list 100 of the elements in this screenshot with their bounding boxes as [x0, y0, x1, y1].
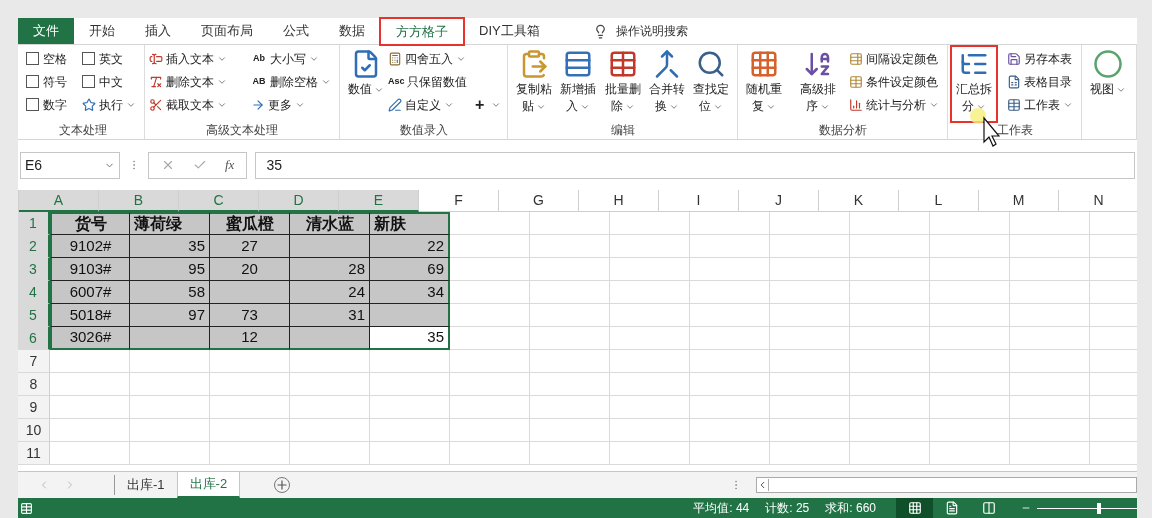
status-stat: 求和: 660 [825, 500, 876, 517]
ribbon-large-button[interactable]: 查找定位 [689, 47, 733, 121]
delete-text-icon [149, 74, 163, 89]
file-tab[interactable]: 文件 [18, 18, 74, 44]
checkbox-box[interactable] [82, 52, 95, 65]
ribbon-button[interactable]: 另存本表 [1007, 47, 1073, 70]
checkbox-box[interactable] [26, 98, 39, 111]
ribbon-tab[interactable]: 方方格子 [380, 18, 464, 45]
ribbon-button[interactable]: 工作表 [1007, 93, 1073, 116]
row-header[interactable]: 9 [18, 396, 50, 419]
ribbon-tab[interactable]: 插入 [130, 18, 186, 44]
ribbon-tab[interactable]: 页面布局 [186, 18, 268, 44]
sheet-tab[interactable]: 出库-2 [176, 471, 241, 498]
ribbon-button[interactable]: 间隔设定颜色 [849, 47, 939, 70]
table-cell: 95 [130, 258, 210, 281]
column-header[interactable]: L [899, 190, 979, 212]
checkbox-box[interactable] [26, 52, 39, 65]
ribbon-button[interactable]: AB 删除空格 [251, 70, 331, 93]
ribbon-button[interactable]: 截取文本 [149, 93, 227, 116]
column-header[interactable]: C [179, 190, 259, 212]
table-cell: 27 [210, 235, 290, 258]
ribbon-tab[interactable]: 开始 [74, 18, 130, 44]
ribbon-large-button[interactable]: 随机重复 [742, 47, 786, 121]
group-label: 编辑 [609, 122, 636, 139]
ribbon-button[interactable]: Ab 大小写 [251, 47, 331, 70]
column-header[interactable]: B [99, 190, 179, 212]
check-icon[interactable] [193, 158, 207, 172]
column-header[interactable]: H [579, 190, 659, 212]
checkbox[interactable]: 中文 [82, 70, 136, 93]
column-header[interactable]: I [659, 190, 739, 212]
ribbon-button[interactable]: 删除文本 [149, 70, 227, 93]
table-cell: 蜜瓜橙 [210, 212, 290, 235]
row-header[interactable]: 2 [18, 235, 50, 258]
checkbox[interactable]: 符号 [26, 70, 67, 93]
column-header[interactable]: J [739, 190, 819, 212]
checkbox-box[interactable] [82, 75, 95, 88]
row-header[interactable]: 7 [18, 350, 50, 373]
ribbon-tab[interactable]: DIY工具箱 [464, 18, 555, 44]
table-cell: 73 [210, 304, 290, 327]
formula-field[interactable]: 35 [255, 151, 1135, 179]
search-field[interactable]: 操作说明搜索 [615, 22, 736, 40]
ribbon-large-button[interactable]: 高级排序 [795, 47, 840, 121]
row-header[interactable]: 4 [18, 281, 50, 304]
ribbon-large-button[interactable]: 批量删除 [600, 47, 645, 121]
table-cell: 12 [210, 327, 290, 350]
table-cell: 24 [290, 281, 370, 304]
ribbon-button[interactable]: Asc 只保留数值 [388, 70, 467, 93]
ribbon-large-button[interactable]: 视图 [1086, 47, 1130, 121]
zoom-thumb[interactable] [1096, 502, 1101, 514]
ribbon-button[interactable]: 统计与分析 [849, 93, 939, 116]
column-header[interactable]: M [979, 190, 1059, 212]
ribbon-button[interactable]: 更多 [251, 93, 331, 116]
ribbon-button[interactable]: 插入文本 [149, 47, 227, 70]
column-header[interactable]: G [499, 190, 579, 212]
checkbox[interactable]: 英文 [82, 47, 136, 70]
column-header[interactable]: D [259, 190, 339, 212]
column-header[interactable]: A [19, 190, 99, 212]
page-break-icon [981, 501, 996, 515]
horizontal-scrollbar[interactable] [756, 477, 1137, 493]
table-cell: 97 [130, 304, 210, 327]
table-cell: 28 [290, 258, 370, 281]
ribbon-button[interactable]: 执行 [82, 93, 136, 116]
sheet-tab[interactable]: 出库-1 [115, 472, 177, 498]
add-button[interactable]: + [471, 93, 502, 116]
view-button[interactable] [896, 498, 933, 518]
column-header[interactable]: K [819, 190, 899, 212]
row-header[interactable]: 10 [18, 419, 50, 442]
table-icon [849, 74, 863, 89]
ribbon-large-button[interactable]: 复制粘贴 [512, 47, 556, 121]
table-cell: 6007# [50, 281, 130, 304]
row-header[interactable]: 8 [18, 373, 50, 396]
table-search-icon [696, 49, 726, 79]
ribbon-button[interactable]: 表格目录 [1007, 70, 1073, 93]
row-header[interactable]: 11 [18, 442, 50, 465]
name-box[interactable]: E6 [20, 151, 120, 179]
table-cell: 3026# [50, 327, 130, 350]
table-cell: 薄荷绿 [130, 212, 210, 235]
checkbox-box[interactable] [26, 75, 39, 88]
row-header[interactable]: 1 [18, 212, 50, 235]
table-cell: 58 [130, 281, 210, 304]
row-header[interactable]: 6 [18, 327, 50, 350]
ribbon-large-button[interactable]: 数值 [344, 47, 388, 121]
ribbon-button[interactable]: 条件设定颜色 [849, 70, 939, 93]
row-header[interactable]: 3 [18, 258, 50, 281]
insert-function-button[interactable]: fx [225, 155, 235, 175]
ribbon-tab[interactable]: 数据 [324, 18, 380, 44]
ribbon-button[interactable]: 四舍五入 [388, 47, 467, 70]
ribbon-large-button[interactable]: 汇总拆分 [952, 47, 996, 121]
zoom-slider[interactable] [1037, 502, 1137, 514]
column-header[interactable]: F [419, 190, 499, 212]
column-header[interactable]: E [339, 190, 419, 212]
row-header[interactable]: 5 [18, 304, 50, 327]
checkbox[interactable]: 空格 [26, 47, 67, 70]
checkbox[interactable]: 数字 [26, 93, 67, 116]
table-cell: 新肤 [370, 212, 450, 235]
ribbon-large-button[interactable]: 新增插入 [556, 47, 601, 121]
color-grid-icon [749, 49, 779, 79]
ribbon-button[interactable]: 自定义 [388, 93, 467, 116]
ribbon-tab[interactable]: 公式 [268, 18, 324, 44]
ribbon-large-button[interactable]: 合并转换 [644, 47, 689, 121]
